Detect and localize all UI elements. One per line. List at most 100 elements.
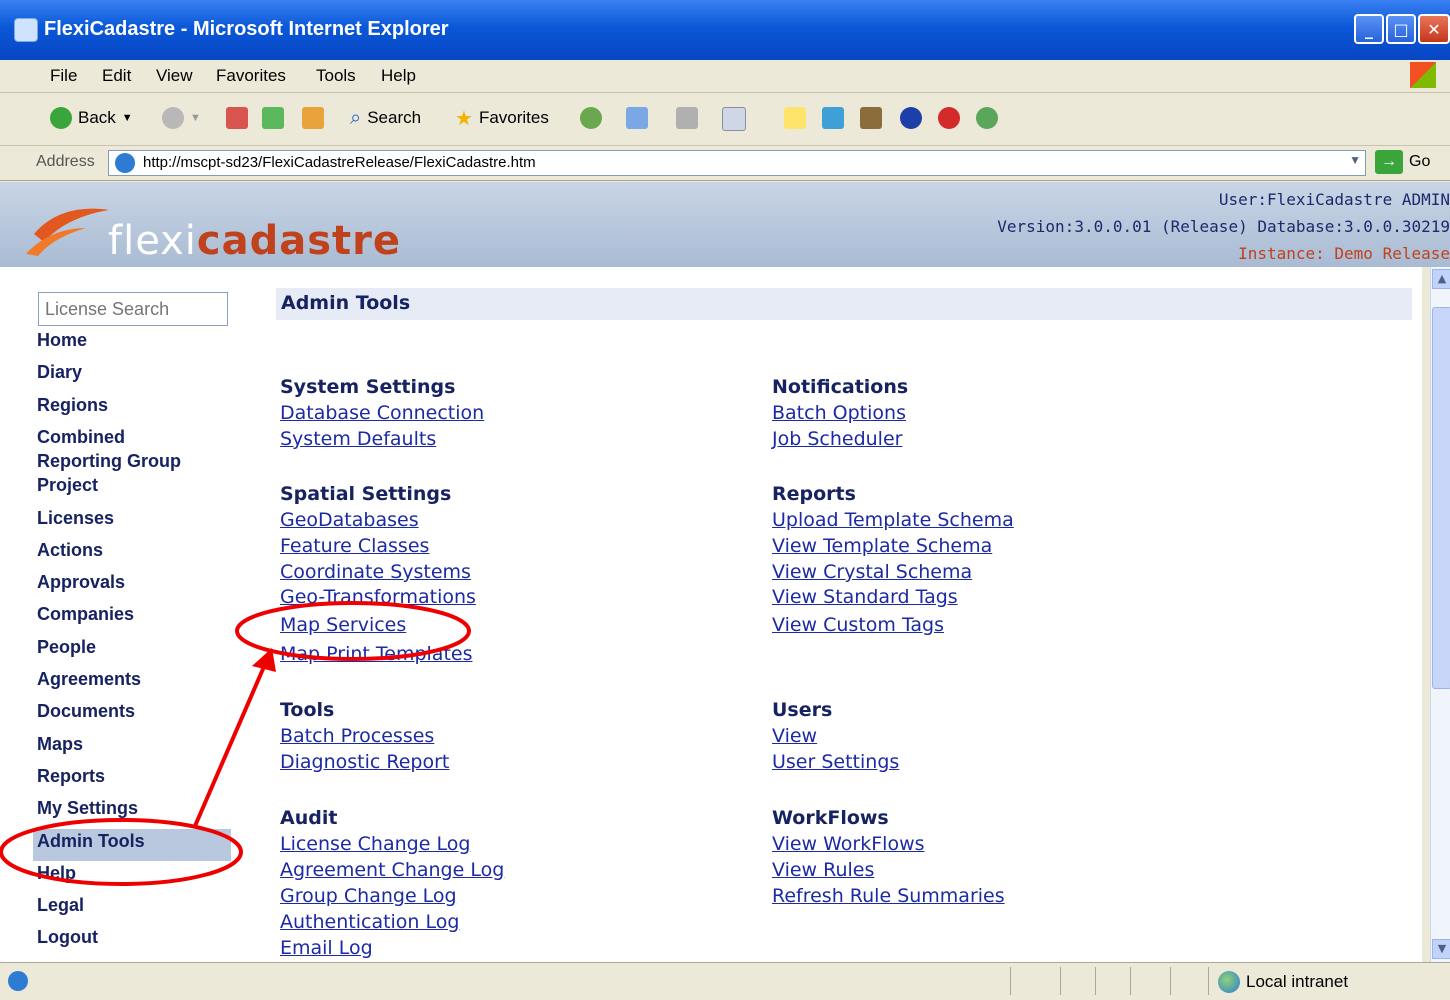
menu-file[interactable]: File [50, 66, 77, 86]
tool-icon[interactable] [976, 107, 998, 129]
link-diagnostic-report[interactable]: Diagnostic Report [280, 751, 449, 773]
link-view-workflows[interactable]: View WorkFlows [772, 833, 925, 855]
link-view-crystal-schema[interactable]: View Crystal Schema [772, 561, 972, 583]
sidebar-item-licenses[interactable]: Licenses [37, 508, 114, 529]
link-authentication-log[interactable]: Authentication Log [280, 911, 459, 933]
address-bar: Address http://mscpt-sd23/FlexiCadastreR… [0, 146, 1450, 181]
print-icon[interactable] [676, 107, 698, 129]
status-divider [1170, 967, 1171, 995]
app-logo-text: flexicadastre [108, 218, 402, 264]
sidebar-item-actions[interactable]: Actions [37, 540, 103, 561]
link-coordinate-systems[interactable]: Coordinate Systems [280, 561, 471, 583]
sidebar-item-documents[interactable]: Documents [37, 701, 135, 722]
research-icon[interactable] [860, 107, 882, 129]
scroll-thumb[interactable] [1432, 307, 1450, 689]
instance-label: Instance: Demo Release [1238, 244, 1450, 263]
sidebar-item-reporting-group[interactable]: Reporting Group [37, 451, 181, 472]
sidebar-item-combined[interactable]: Combined [37, 427, 125, 448]
section-tools: Tools [280, 699, 335, 721]
sidebar-item-home[interactable]: Home [37, 330, 87, 351]
link-geodatabases[interactable]: GeoDatabases [280, 509, 419, 531]
sidebar-item-admin-tools[interactable]: Admin Tools [37, 831, 145, 852]
link-map-print-templates[interactable]: Map Print Templates [280, 643, 472, 665]
section-users: Users [772, 699, 833, 721]
link-refresh-rule-summaries[interactable]: Refresh Rule Summaries [772, 885, 1005, 907]
link-database-connection[interactable]: Database Connection [280, 402, 484, 424]
menu-edit[interactable]: Edit [102, 66, 131, 86]
sidebar-item-companies[interactable]: Companies [37, 604, 134, 625]
user-label: User:FlexiCadastre ADMIN [1218, 190, 1450, 209]
refresh-icon[interactable] [262, 107, 284, 129]
address-dropdown-icon[interactable]: ▼ [1349, 153, 1361, 167]
maximize-button[interactable]: □ [1386, 14, 1416, 44]
status-divider [1130, 967, 1131, 995]
link-license-change-log[interactable]: License Change Log [280, 833, 470, 855]
menu-tools[interactable]: Tools [316, 66, 356, 86]
page-title: Admin Tools [281, 292, 411, 314]
sidebar-item-my-settings[interactable]: My Settings [37, 798, 138, 819]
sidebar-item-agreements[interactable]: Agreements [37, 669, 141, 690]
sidebar-item-approvals[interactable]: Approvals [37, 572, 125, 593]
menu-bar: File Edit View Favorites Tools Help [0, 60, 1450, 93]
windows-logo-icon [1410, 62, 1436, 88]
go-button[interactable]: → Go [1375, 150, 1430, 174]
back-button[interactable]: Back ▼ [50, 103, 133, 133]
link-batch-options[interactable]: Batch Options [772, 402, 906, 424]
stop-icon[interactable] [226, 107, 248, 129]
link-batch-processes[interactable]: Batch Processes [280, 725, 434, 747]
scroll-up-icon[interactable]: ▲ [1432, 269, 1450, 289]
address-input[interactable]: http://mscpt-sd23/FlexiCadastreRelease/F… [108, 150, 1366, 176]
sidebar-item-maps[interactable]: Maps [37, 734, 83, 755]
messenger-icon[interactable] [822, 107, 844, 129]
sidebar-item-logout[interactable]: Logout [37, 927, 98, 948]
forward-button[interactable]: ▼ [162, 103, 201, 133]
link-geo-transformations[interactable]: Geo-Transformations [280, 586, 476, 608]
page-title-bar [276, 288, 1412, 320]
forward-arrow-icon [162, 107, 184, 129]
word-icon[interactable] [722, 107, 746, 131]
favorites-button[interactable]: ★ Favorites [455, 103, 549, 133]
link-upload-template-schema[interactable]: Upload Template Schema [772, 509, 1014, 531]
status-divider [1208, 967, 1209, 995]
link-users-view[interactable]: View [772, 725, 817, 747]
sidebar-item-diary[interactable]: Diary [37, 362, 82, 383]
link-job-scheduler[interactable]: Job Scheduler [772, 428, 902, 450]
link-feature-classes[interactable]: Feature Classes [280, 535, 429, 557]
link-email-log[interactable]: Email Log [280, 937, 373, 959]
notes-icon[interactable] [784, 107, 806, 129]
link-view-rules[interactable]: View Rules [772, 859, 874, 881]
dropdown-arrow-icon: ▼ [190, 112, 201, 124]
close-button[interactable]: ✕ [1418, 14, 1450, 44]
link-group-change-log[interactable]: Group Change Log [280, 885, 457, 907]
license-search-input[interactable] [38, 292, 228, 326]
home-icon[interactable] [302, 107, 324, 129]
addon-icon[interactable] [938, 107, 960, 129]
search-icon: ⌕ [350, 106, 362, 129]
link-agreement-change-log[interactable]: Agreement Change Log [280, 859, 504, 881]
mail-icon[interactable] [626, 107, 648, 129]
sidebar-item-people[interactable]: People [37, 637, 96, 658]
menu-help[interactable]: Help [381, 66, 416, 86]
menu-view[interactable]: View [156, 66, 193, 86]
section-notifications: Notifications [772, 376, 909, 398]
sidebar-item-project[interactable]: Project [37, 475, 98, 496]
link-view-template-schema[interactable]: View Template Schema [772, 535, 992, 557]
scroll-down-icon[interactable]: ▼ [1432, 939, 1450, 959]
history-icon[interactable] [580, 107, 602, 129]
sidebar-item-reports[interactable]: Reports [37, 766, 105, 787]
status-divider [1060, 967, 1061, 995]
menu-favorites[interactable]: Favorites [216, 66, 286, 86]
link-user-settings[interactable]: User Settings [772, 751, 899, 773]
zone-label: Local intranet [1246, 972, 1349, 991]
link-map-services[interactable]: Map Services [280, 614, 406, 636]
minimize-button[interactable]: _ [1354, 14, 1384, 44]
vertical-scrollbar[interactable]: ▲ ▼ [1430, 267, 1450, 962]
sidebar-item-regions[interactable]: Regions [37, 395, 108, 416]
search-button[interactable]: ⌕ Search [350, 103, 421, 133]
link-system-defaults[interactable]: System Defaults [280, 428, 436, 450]
sidebar-item-help[interactable]: Help [37, 863, 76, 884]
bluetooth-icon[interactable] [900, 107, 922, 129]
link-view-custom-tags[interactable]: View Custom Tags [772, 614, 944, 636]
sidebar-item-legal[interactable]: Legal [37, 895, 84, 916]
link-view-standard-tags[interactable]: View Standard Tags [772, 586, 958, 608]
